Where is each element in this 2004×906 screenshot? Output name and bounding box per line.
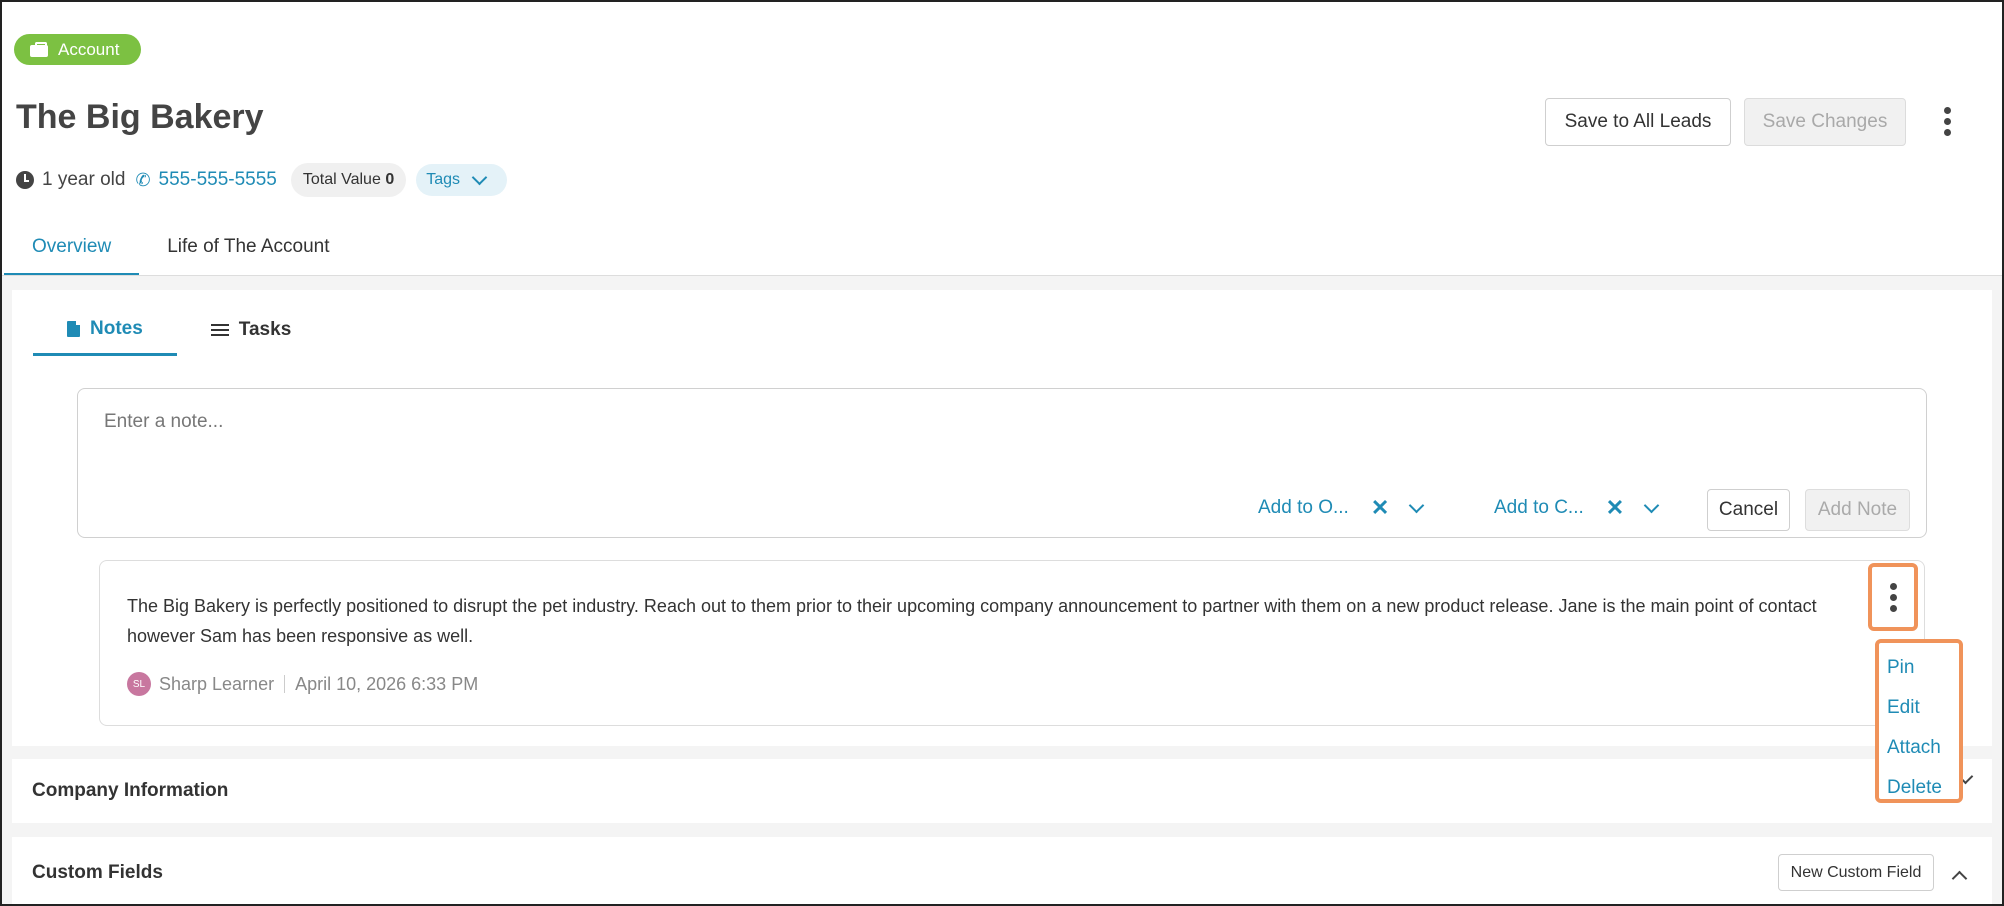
add-to-contact-select[interactable]: Add to C... ✕ [1494,495,1660,521]
main-tabs: Overview Life of The Account [4,224,358,276]
tab-tasks-label: Tasks [238,319,292,340]
menu-item-delete[interactable]: Delete [1879,769,1959,809]
tab-notes-label: Notes [90,317,143,339]
note-footer: SL Sharp Learner April 10, 2026 6:33 PM [127,672,478,696]
tags-label: Tags [426,171,461,188]
note-author: Sharp Learner [159,673,275,694]
tab-overview[interactable]: Overview [4,224,140,276]
account-type-badge: Account [14,34,142,65]
company-information-section[interactable]: Company Information [12,759,1992,823]
menu-item-pin[interactable]: Pin [1879,649,1959,689]
menu-item-edit[interactable]: Edit [1879,689,1959,729]
briefcase-icon [30,42,48,57]
app-window: Account The Big Bakery 1 year old ✆ 555-… [0,0,2004,906]
more-options-icon[interactable] [1872,567,1914,627]
total-value-pill: Total Value 0 [290,163,407,197]
new-custom-field-button[interactable]: New Custom Field [1778,854,1934,891]
account-type-label: Account [58,39,120,59]
more-options-icon[interactable] [1936,102,1958,140]
tags-dropdown[interactable]: Tags [416,164,508,196]
note-input-placeholder[interactable]: Enter a note... [104,411,223,433]
clear-icon[interactable]: ✕ [1606,495,1624,521]
note-composer[interactable]: Enter a note... Add to O... ✕ Add to C..… [77,388,1927,538]
phone-icon: ✆ [135,169,151,190]
menu-item-attach[interactable]: Attach [1879,729,1959,769]
section-title-custom: Custom Fields [32,861,163,883]
activity-tabs: Notes Tasks [33,304,325,356]
record-meta-row: 1 year old ✆ 555-555-5555 Total Value 0 … [16,162,508,198]
save-changes-button[interactable]: Save Changes [1744,98,1906,146]
chevron-up-icon[interactable] [1951,870,1968,887]
add-to-opportunity-label[interactable]: Add to O... [1258,497,1349,519]
tab-life-of-account[interactable]: Life of The Account [139,224,357,276]
tab-notes[interactable]: Notes [33,304,177,356]
note-timestamp: April 10, 2026 6:33 PM [295,673,479,694]
save-to-all-leads-button[interactable]: Save to All Leads [1545,98,1731,146]
section-title-company: Company Information [32,780,229,801]
note-options-button[interactable] [1868,563,1918,631]
note-body: The Big Bakery is perfectly positioned t… [127,596,1817,646]
note-context-menu: Pin Edit Attach Delete [1875,639,1963,803]
chevron-down-icon[interactable] [1408,497,1425,513]
custom-fields-section: Custom Fields New Custom Field [12,837,1992,904]
document-icon [67,320,80,337]
add-note-button[interactable]: Add Note [1805,489,1910,531]
clear-icon[interactable]: ✕ [1371,495,1389,521]
add-to-opportunity-select[interactable]: Add to O... ✕ [1258,495,1425,521]
record-age-text: 1 year old [42,169,126,190]
chevron-down-icon [471,169,488,185]
clock-icon [16,171,34,189]
page-title: The Big Bakery [16,98,264,136]
sliders-icon [210,323,229,337]
add-to-contact-label[interactable]: Add to C... [1494,497,1584,519]
note-card: The Big Bakery is perfectly positioned t… [99,560,1925,726]
tab-tasks[interactable]: Tasks [177,304,325,356]
total-value-amount: 0 [385,171,395,188]
record-age: 1 year old [16,169,125,191]
avatar: SL [127,672,151,696]
chevron-down-icon[interactable] [1643,497,1660,513]
phone-number[interactable]: 555-555-5555 [159,169,277,191]
cancel-button[interactable]: Cancel [1707,489,1790,531]
total-value-label: Total Value [302,171,381,188]
phone-link[interactable]: ✆ 555-555-5555 [135,169,276,191]
divider [284,675,286,693]
